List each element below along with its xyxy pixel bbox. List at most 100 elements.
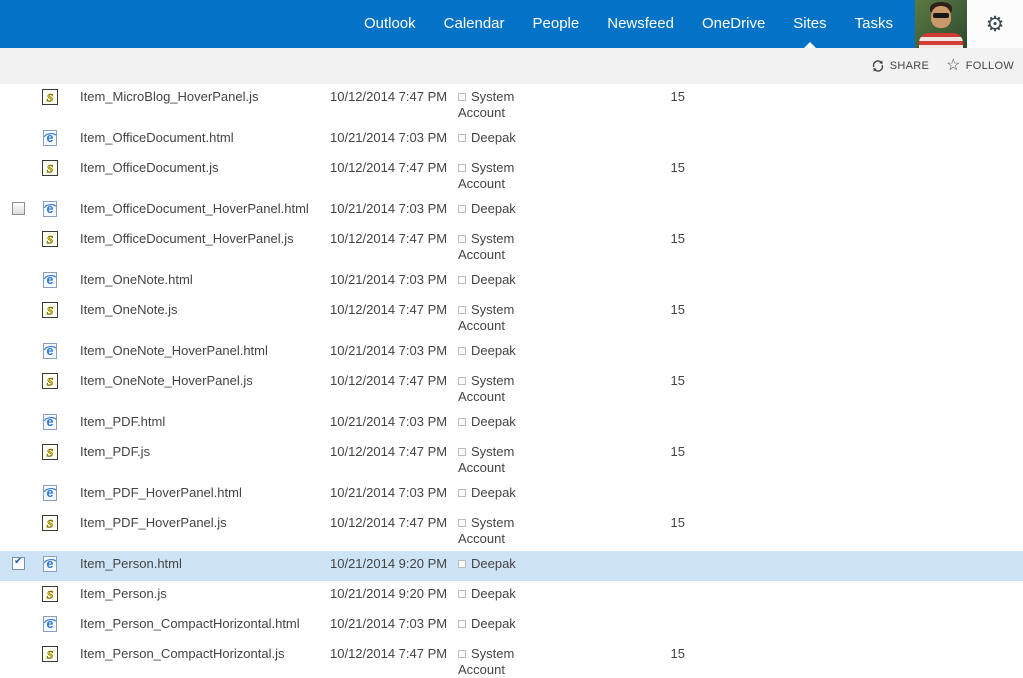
file-type-cell: S e xyxy=(42,373,80,389)
table-row[interactable]: S e Item_OfficeDocument_HoverPanel.html … xyxy=(0,196,1023,226)
file-name-link[interactable]: Item_PDF.js xyxy=(80,444,330,460)
rank-value: 15 xyxy=(670,231,685,246)
modified-by-name[interactable]: Deepak xyxy=(471,272,516,287)
modified-by-name[interactable]: Deepak xyxy=(471,201,516,216)
share-label: SHARE xyxy=(889,60,930,72)
file-type-cell: S e xyxy=(42,272,80,288)
jscript-file-icon: S xyxy=(42,373,58,389)
file-name-link[interactable]: Item_OfficeDocument.js xyxy=(80,160,330,176)
table-row[interactable]: S e Item_PDF_HoverPanel.js 10/12/2014 7:… xyxy=(0,510,1023,551)
file-type-cell: S e xyxy=(42,343,80,359)
file-name-link[interactable]: Item_OneNote.js xyxy=(80,302,330,318)
nav-item-onedrive[interactable]: OneDrive xyxy=(688,0,779,48)
file-name-link[interactable]: Item_Person_CompactHorizontal.html xyxy=(80,616,330,632)
table-row[interactable]: S e Item_Person_CompactHorizontal.js 10/… xyxy=(0,641,1023,678)
table-row[interactable]: S e Item_Person_CompactHorizontal.html 1… xyxy=(0,611,1023,641)
settings-gear-icon[interactable]: ⚙ xyxy=(986,14,1005,35)
modified-by-name[interactable]: Deepak xyxy=(471,586,516,601)
presence-indicator-icon xyxy=(458,519,466,527)
modified-by-name[interactable]: System Account xyxy=(458,444,514,475)
share-button[interactable]: SHARE xyxy=(871,59,929,73)
modified-by-name[interactable]: Deepak xyxy=(471,485,516,500)
table-row[interactable]: S e Item_PDF_HoverPanel.html 10/21/2014 … xyxy=(0,480,1023,510)
table-row[interactable]: S e Item_OneNote.html 10/21/2014 7:03 PM… xyxy=(0,267,1023,297)
table-row[interactable]: S e Item_OneNote_HoverPanel.js 10/12/201… xyxy=(0,368,1023,409)
file-name-link[interactable]: Item_OfficeDocument.html xyxy=(80,130,330,146)
row-checkbox[interactable] xyxy=(12,556,25,570)
file-name-link[interactable]: Item_Person.html xyxy=(80,556,330,572)
table-row[interactable]: S e Item_OneNote_HoverPanel.html 10/21/2… xyxy=(0,338,1023,368)
rank-value: 15 xyxy=(670,160,685,175)
modified-by-cell: System Account xyxy=(458,231,520,263)
svg-text:S: S xyxy=(47,588,54,602)
table-row[interactable]: S e Item_MicroBlog_HoverPanel.js 10/12/2… xyxy=(0,84,1023,125)
presence-indicator-icon xyxy=(458,134,466,142)
presence-indicator-icon xyxy=(458,276,466,284)
file-name-link[interactable]: Item_PDF.html xyxy=(80,414,330,430)
modified-by-name[interactable]: System Account xyxy=(458,231,514,262)
modified-date: 10/21/2014 7:03 PM xyxy=(330,485,448,500)
file-name-link[interactable]: Item_PDF_HoverPanel.html xyxy=(80,485,330,501)
ie-html-file-icon: e xyxy=(43,485,57,501)
table-row[interactable]: S e Item_Person.js 10/21/2014 9:20 PM De… xyxy=(0,581,1023,611)
table-row[interactable]: S e Item_OneNote.js 10/12/2014 7:47 PM S… xyxy=(0,297,1023,338)
modified-by-name[interactable]: Deepak xyxy=(471,343,516,358)
table-row[interactable]: S e Item_PDF.js 10/12/2014 7:47 PM Syste… xyxy=(0,439,1023,480)
nav-item-people[interactable]: People xyxy=(519,0,594,48)
modified-by-name[interactable]: System Account xyxy=(458,89,514,120)
modified-by-name[interactable]: System Account xyxy=(458,160,514,191)
file-name-link[interactable]: Item_OneNote.html xyxy=(80,272,330,288)
rank-value: 15 xyxy=(670,373,685,388)
table-row[interactable]: S e Item_Person.html 10/21/2014 9:20 PM … xyxy=(0,551,1023,581)
file-name-link[interactable]: Item_OfficeDocument_HoverPanel.html xyxy=(80,201,330,217)
file-name-link[interactable]: Item_OneNote_HoverPanel.html xyxy=(80,343,330,359)
modified-by-name[interactable]: System Account xyxy=(458,302,514,333)
table-row[interactable]: S e Item_PDF.html 10/21/2014 7:03 PM Dee… xyxy=(0,409,1023,439)
svg-text:S: S xyxy=(47,233,54,247)
modified-by-name[interactable]: Deepak xyxy=(471,616,516,631)
table-row[interactable]: S e Item_OfficeDocument.html 10/21/2014 … xyxy=(0,125,1023,155)
modified-by-cell: Deepak xyxy=(458,414,520,430)
table-row[interactable]: S e Item_OfficeDocument_HoverPanel.js 10… xyxy=(0,226,1023,267)
follow-button[interactable]: ☆ FOLLOW xyxy=(946,58,1014,74)
nav-item-newsfeed[interactable]: Newsfeed xyxy=(593,0,688,48)
nav-item-sites[interactable]: Sites xyxy=(779,0,840,48)
table-row[interactable]: S e Item_OfficeDocument.js 10/12/2014 7:… xyxy=(0,155,1023,196)
row-checkbox[interactable] xyxy=(12,202,25,215)
svg-text:S: S xyxy=(47,304,54,318)
nav-item-outlook[interactable]: Outlook xyxy=(350,0,430,48)
ribbon-strip: SHARE ☆ FOLLOW xyxy=(0,48,1023,84)
file-name-link[interactable]: Item_Person_CompactHorizontal.js xyxy=(80,646,330,662)
modified-by-cell: System Account xyxy=(458,89,520,121)
nav-item-tasks[interactable]: Tasks xyxy=(841,0,907,48)
row-select-cell xyxy=(12,160,42,179)
nav-item-calendar[interactable]: Calendar xyxy=(430,0,519,48)
row-select-cell xyxy=(12,414,42,433)
modified-by-name[interactable]: Deepak xyxy=(471,130,516,145)
file-name-link[interactable]: Item_Person.js xyxy=(80,586,330,602)
modified-by-name[interactable]: Deepak xyxy=(471,414,516,429)
modified-date: 10/21/2014 7:03 PM xyxy=(330,201,448,216)
modified-by-name[interactable]: System Account xyxy=(458,515,514,546)
file-type-cell: S e xyxy=(42,586,80,602)
svg-text:e: e xyxy=(47,415,54,429)
file-name-link[interactable]: Item_MicroBlog_HoverPanel.js xyxy=(80,89,330,105)
svg-text:e: e xyxy=(47,557,54,571)
file-type-cell: S e xyxy=(42,616,80,632)
svg-text:S: S xyxy=(47,446,54,460)
modified-by-name[interactable]: System Account xyxy=(458,373,514,404)
modified-by-name[interactable]: Deepak xyxy=(471,556,516,571)
svg-text:S: S xyxy=(47,91,54,105)
user-profile-photo[interactable] xyxy=(915,0,967,48)
file-type-cell: S e xyxy=(42,302,80,318)
file-type-cell: S e xyxy=(42,515,80,531)
file-name-link[interactable]: Item_OneNote_HoverPanel.js xyxy=(80,373,330,389)
file-name-link[interactable]: Item_OfficeDocument_HoverPanel.js xyxy=(80,231,330,247)
rank-value: 15 xyxy=(670,444,685,459)
ie-html-file-icon: e xyxy=(43,201,57,217)
presence-indicator-icon xyxy=(458,205,466,213)
modified-date: 10/12/2014 7:47 PM xyxy=(330,160,448,175)
file-name-link[interactable]: Item_PDF_HoverPanel.js xyxy=(80,515,330,531)
modified-date: 10/21/2014 7:03 PM xyxy=(330,414,448,429)
modified-by-name[interactable]: System Account xyxy=(458,646,514,677)
